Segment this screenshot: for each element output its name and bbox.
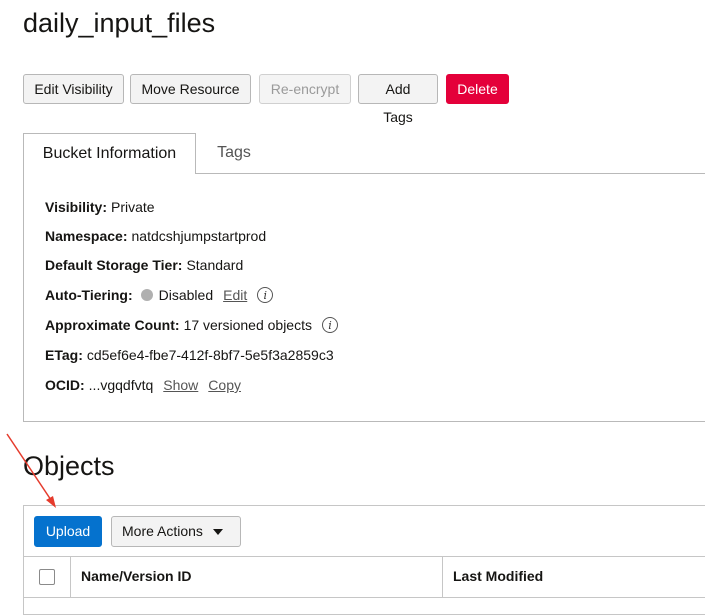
objects-heading: Objects [23, 451, 115, 481]
auto-tiering-label: Auto-Tiering: [45, 287, 133, 303]
auto-tiering-edit-link[interactable]: Edit [223, 287, 247, 303]
status-dot-icon [140, 289, 153, 301]
etag-label: ETag: [45, 347, 83, 363]
approx-count-label: Approximate Count: [45, 317, 180, 333]
approx-count-value: 17 versioned objects [183, 317, 312, 333]
upload-button[interactable]: Upload [34, 516, 102, 547]
page-title: daily_input_files [23, 8, 216, 38]
visibility-value: Private [110, 199, 155, 215]
auto-tiering-info-icon[interactable]: i [257, 287, 274, 303]
column-header-name[interactable]: Name/Version ID [81, 568, 192, 584]
namespace-label: Namespace: [45, 228, 128, 244]
add-tags-button[interactable]: Add Tags [358, 74, 438, 125]
edit-visibility-button[interactable]: Edit Visibility [23, 74, 124, 104]
objects-panel: Upload More Actions Name/Version ID Last… [23, 505, 705, 615]
caret-down-icon [212, 529, 223, 536]
objects-table-header: Name/Version ID Last Modified [24, 556, 705, 598]
approx-count-row: Approximate Count: 17 versioned objects … [45, 315, 338, 335]
etag-value: cd5ef6e4-fbe7-412f-8bf7-5e5f3a2859c3 [86, 347, 334, 363]
more-actions-label: More Actions [122, 523, 203, 539]
ocid-show-link[interactable]: Show [163, 377, 198, 393]
visibility-row: Visibility: Private [45, 197, 155, 217]
delete-button[interactable]: Delete [446, 74, 509, 104]
select-all-checkbox[interactable] [39, 569, 55, 585]
bucket-details-panel: Bucket Information Tags Visibility: Priv… [23, 133, 705, 422]
re-encrypt-button[interactable]: Re-encrypt [259, 74, 351, 104]
approx-count-info-icon[interactable]: i [321, 317, 338, 333]
bucket-info-body: Visibility: Private Namespace: natdcshju… [23, 173, 705, 421]
column-divider [442, 557, 443, 597]
storage-tier-label: Default Storage Tier: [45, 257, 183, 273]
more-actions-button[interactable]: More Actions [111, 516, 241, 547]
ocid-row: OCID: ...vgqdfvtq Show Copy [45, 375, 241, 395]
ocid-copy-link[interactable]: Copy [208, 377, 241, 393]
namespace-row: Namespace: natdcshjumpstartprod [45, 226, 266, 246]
namespace-value: natdcshjumpstartprod [131, 228, 267, 244]
column-header-last-modified[interactable]: Last Modified [453, 568, 543, 584]
column-divider [70, 557, 71, 597]
etag-row: ETag: cd5ef6e4-fbe7-412f-8bf7-5e5f3a2859… [45, 345, 334, 365]
tab-bucket-information[interactable]: Bucket Information [23, 133, 196, 174]
move-resource-button[interactable]: Move Resource [130, 74, 251, 104]
visibility-label: Visibility: [45, 199, 107, 215]
storage-tier-value: Standard [186, 257, 244, 273]
storage-tier-row: Default Storage Tier: Standard [45, 255, 243, 275]
ocid-label: OCID: [45, 377, 85, 393]
ocid-value: ...vgqdfvtq [88, 377, 154, 393]
auto-tiering-row: Auto-Tiering: Disabled Edit i [45, 285, 274, 305]
auto-tiering-value: Disabled [158, 287, 214, 303]
tab-tags[interactable]: Tags [196, 133, 272, 173]
